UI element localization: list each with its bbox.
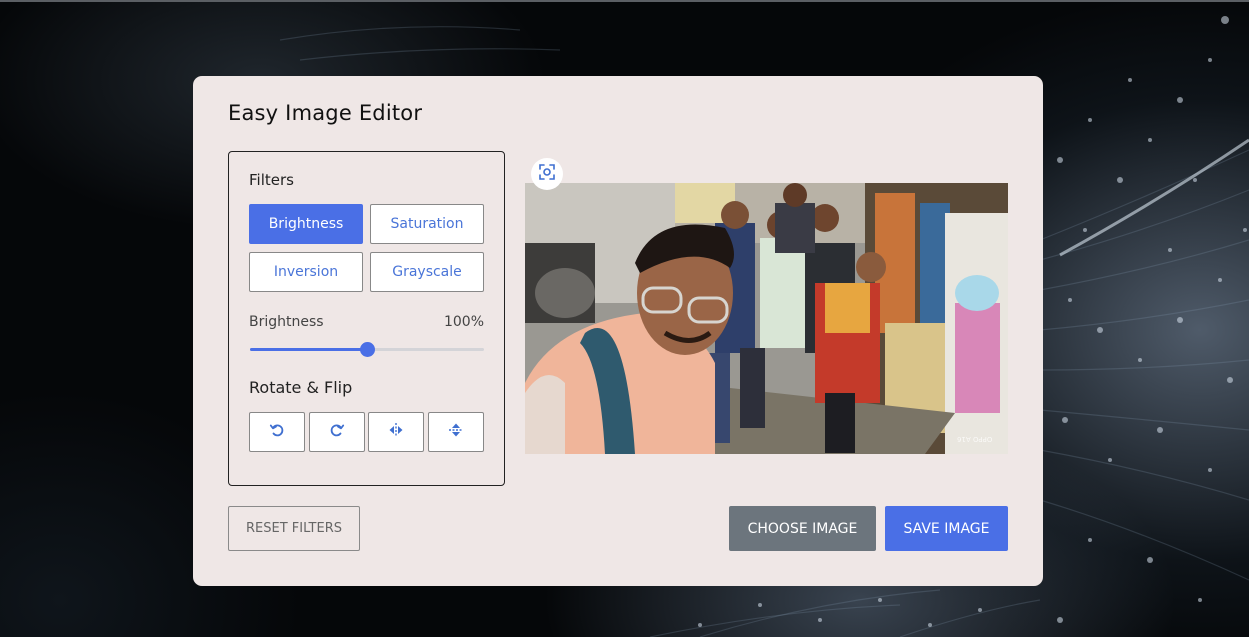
choose-image-button[interactable]: CHOOSE IMAGE bbox=[729, 506, 876, 551]
reset-filters-button[interactable]: RESET FILTERS bbox=[228, 506, 360, 551]
page-title: Easy Image Editor bbox=[228, 101, 423, 125]
brightness-slider[interactable] bbox=[250, 342, 484, 357]
group-selfie-photo: OPPO A16 bbox=[525, 183, 1008, 454]
flip-vertical-icon bbox=[448, 422, 464, 442]
photo-watermark: OPPO A16 bbox=[956, 435, 992, 443]
scan-focus-icon bbox=[538, 163, 556, 185]
scan-focus-button[interactable] bbox=[531, 158, 563, 190]
filters-panel: Filters Brightness Saturation Inversion … bbox=[228, 151, 505, 486]
filter-grayscale-button[interactable]: Grayscale bbox=[370, 252, 484, 292]
slider-value: 100% bbox=[443, 314, 484, 330]
window-top-border bbox=[0, 0, 1249, 2]
filters-heading: Filters bbox=[249, 171, 294, 189]
filter-saturation-button[interactable]: Saturation bbox=[370, 204, 484, 244]
rotate-left-icon bbox=[269, 422, 285, 442]
slider-label: Brightness bbox=[249, 314, 324, 330]
filter-inversion-button[interactable]: Inversion bbox=[249, 252, 363, 292]
rotate-left-button[interactable] bbox=[249, 412, 305, 452]
editor-card: Easy Image Editor Filters Brightness Sat… bbox=[193, 76, 1043, 586]
save-image-button[interactable]: SAVE IMAGE bbox=[885, 506, 1008, 551]
filter-brightness-button[interactable]: Brightness bbox=[249, 204, 363, 244]
flip-vertical-button[interactable] bbox=[428, 412, 484, 452]
rotate-flip-heading: Rotate & Flip bbox=[249, 378, 353, 397]
slider-thumb[interactable] bbox=[360, 342, 375, 357]
flip-horizontal-icon bbox=[388, 422, 404, 442]
slider-fill bbox=[250, 348, 367, 351]
rotate-right-icon bbox=[329, 422, 345, 442]
rotate-right-button[interactable] bbox=[309, 412, 365, 452]
flip-horizontal-button[interactable] bbox=[368, 412, 424, 452]
image-preview: OPPO A16 bbox=[525, 183, 1008, 454]
